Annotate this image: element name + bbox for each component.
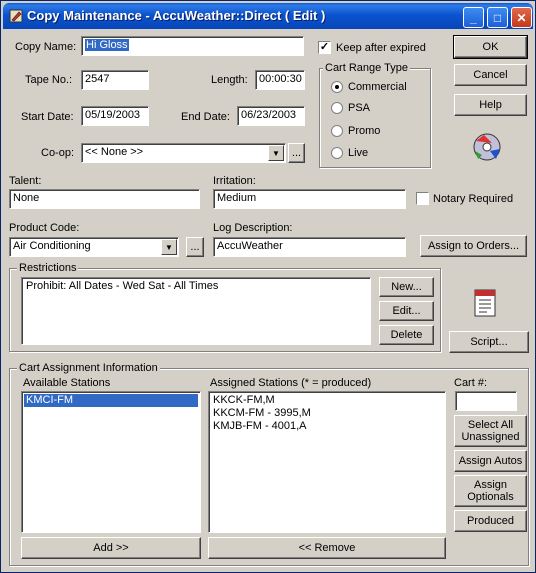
radio-commercial[interactable] xyxy=(331,81,343,93)
select-all-unassigned-label-2: Unassigned xyxy=(461,431,520,443)
coop-label: Co-op: xyxy=(41,147,75,159)
assigned-stations-list[interactable]: KKCK-FM,M KKCM-FM - 3995,M KMJB-FM - 400… xyxy=(208,391,446,533)
end-date-label: End Date: xyxy=(181,111,230,123)
product-code-arrow-icon[interactable]: ▼ xyxy=(161,239,177,255)
assigned-stations-label: Assigned Stations (* = produced) xyxy=(210,377,372,389)
assigned-station-item[interactable]: KKCK-FM,M xyxy=(211,394,443,407)
copy-name-field[interactable]: Hi Gloss xyxy=(81,36,304,56)
length-label: Length: xyxy=(211,74,248,86)
script-button-label: Script... xyxy=(470,336,508,348)
keep-after-expired-checkbox[interactable]: ✓ xyxy=(318,41,331,54)
copy-name-value: Hi Gloss xyxy=(85,39,129,51)
select-all-unassigned-label-1: Select All xyxy=(467,419,514,431)
restrictions-list[interactable]: Prohibit: All Dates - Wed Sat - All Time… xyxy=(21,277,371,345)
help-button-label: Help xyxy=(479,99,502,111)
assign-to-orders-button[interactable]: Assign to Orders... xyxy=(420,235,527,257)
cart-range-title: Cart Range Type xyxy=(323,62,410,74)
app-pencil-icon xyxy=(9,9,23,23)
assign-autos-label: Assign Autos xyxy=(458,455,523,467)
add-label: Add >> xyxy=(93,542,129,554)
coop-dropdown[interactable]: << None >> xyxy=(81,143,286,163)
help-button[interactable]: Help xyxy=(454,94,527,116)
minimize-button[interactable]: _ xyxy=(463,7,484,28)
start-date-field[interactable]: 05/19/2003 xyxy=(81,106,149,126)
title-bar[interactable]: Copy Maintenance - AccuWeather::Direct (… xyxy=(3,3,533,29)
radio-live[interactable] xyxy=(331,147,343,159)
radio-psa[interactable] xyxy=(331,102,343,114)
cancel-button[interactable]: Cancel xyxy=(454,64,527,86)
window-title: Copy Maintenance - AccuWeather::Direct (… xyxy=(27,8,326,23)
available-station-item[interactable]: KMCI-FM xyxy=(24,394,198,407)
log-description-field[interactable]: AccuWeather xyxy=(213,237,406,257)
assign-to-orders-label: Assign to Orders... xyxy=(427,240,520,252)
ok-button[interactable]: OK xyxy=(453,35,528,59)
delete-restriction-button[interactable]: Delete xyxy=(379,325,434,345)
notary-required-label: Notary Required xyxy=(433,193,514,205)
select-all-unassigned-button[interactable]: Select All Unassigned xyxy=(454,415,527,447)
assigned-station-item[interactable]: KKCM-FM - 3995,M xyxy=(211,407,443,420)
maximize-button[interactable]: □ xyxy=(487,7,508,28)
coop-browse-button[interactable]: ... xyxy=(288,143,305,163)
restriction-item[interactable]: Prohibit: All Dates - Wed Sat - All Time… xyxy=(24,280,368,293)
radio-promo-label: Promo xyxy=(348,125,381,137)
tape-no-field[interactable]: 2547 xyxy=(81,70,149,90)
assign-autos-button[interactable]: Assign Autos xyxy=(454,450,527,472)
talent-field[interactable]: None xyxy=(9,189,200,209)
talent-label: Talent: xyxy=(9,175,42,187)
remove-station-button[interactable]: << Remove xyxy=(208,537,446,559)
coop-dropdown-arrow-icon[interactable]: ▼ xyxy=(268,145,284,161)
irritation-label: Irritation: xyxy=(213,175,256,187)
add-station-button[interactable]: Add >> xyxy=(21,537,201,559)
log-description-label: Log Description: xyxy=(213,222,293,234)
assign-optionals-label-1: Assign xyxy=(473,479,508,491)
end-date-field[interactable]: 06/23/2003 xyxy=(237,106,305,126)
copy-name-label: Copy Name: xyxy=(15,41,77,53)
edit-button-label: Edit... xyxy=(392,305,421,317)
cancel-button-label: Cancel xyxy=(473,69,508,81)
assigned-station-item[interactable]: KMJB-FM - 4001,A xyxy=(211,420,443,433)
script-document-icon[interactable] xyxy=(471,288,501,320)
radio-promo[interactable] xyxy=(331,125,343,137)
product-code-dropdown[interactable]: Air Conditioning xyxy=(9,237,179,257)
available-stations-list[interactable]: KMCI-FM xyxy=(21,391,201,533)
remove-label: << Remove xyxy=(298,542,356,554)
notary-required-checkbox[interactable] xyxy=(416,192,429,205)
copy-maintenance-window: Copy Maintenance - AccuWeather::Direct (… xyxy=(0,0,536,573)
assign-optionals-button[interactable]: Assign Optionals xyxy=(454,475,527,507)
product-code-label: Product Code: xyxy=(9,222,80,234)
script-button[interactable]: Script... xyxy=(449,331,529,353)
produced-label: Produced xyxy=(466,515,515,527)
edit-restriction-button[interactable]: Edit... xyxy=(379,301,434,321)
radio-psa-label: PSA xyxy=(348,102,371,114)
ok-button-label: OK xyxy=(482,41,499,53)
start-date-label: Start Date: xyxy=(21,111,74,123)
new-button-label: New... xyxy=(391,281,422,293)
radio-live-label: Live xyxy=(348,147,369,159)
cart-number-label: Cart #: xyxy=(454,377,488,389)
keep-after-expired-label: Keep after expired xyxy=(336,42,426,54)
radio-commercial-label: Commercial xyxy=(348,81,407,93)
delete-button-label: Delete xyxy=(390,329,423,341)
available-stations-label: Available Stations xyxy=(23,377,111,389)
produced-button[interactable]: Produced xyxy=(454,510,527,532)
product-code-browse-button[interactable]: ... xyxy=(186,237,204,257)
length-field[interactable]: 00:00:30 xyxy=(255,70,305,90)
cart-assignment-title: Cart Assignment Information xyxy=(17,362,160,374)
cart-number-field[interactable] xyxy=(455,391,517,411)
coop-browse-label: ... xyxy=(291,147,302,159)
new-restriction-button[interactable]: New... xyxy=(379,277,434,297)
irritation-field[interactable]: Medium xyxy=(213,189,406,209)
product-browse-label: ... xyxy=(190,241,200,253)
restrictions-title: Restrictions xyxy=(17,262,79,274)
assign-optionals-label-2: Optionals xyxy=(467,491,514,503)
cd-media-icon[interactable] xyxy=(470,129,504,163)
close-button[interactable]: ✕ xyxy=(511,7,532,28)
tape-no-label: Tape No.: xyxy=(25,74,73,86)
